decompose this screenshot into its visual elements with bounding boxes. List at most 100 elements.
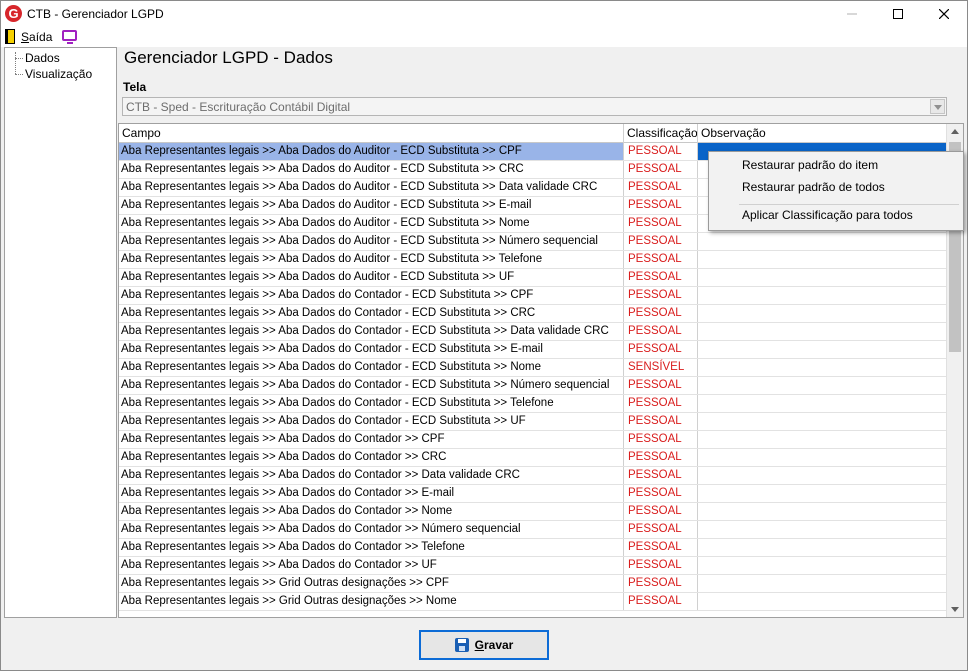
cell-classificacao[interactable]: PESSOAL (624, 575, 698, 592)
cell-classificacao[interactable]: PESSOAL (624, 341, 698, 358)
cell-observacao[interactable] (698, 413, 947, 430)
table-row[interactable]: Aba Representantes legais >> Grid Outras… (119, 593, 947, 611)
cell-observacao[interactable] (698, 467, 947, 484)
cell-campo[interactable]: Aba Representantes legais >> Aba Dados d… (119, 341, 624, 358)
cell-campo[interactable]: Aba Representantes legais >> Aba Dados d… (119, 143, 624, 160)
cell-campo[interactable]: Aba Representantes legais >> Aba Dados d… (119, 503, 624, 520)
cell-observacao[interactable] (698, 341, 947, 358)
cell-classificacao[interactable]: PESSOAL (624, 521, 698, 538)
menu-item-restore-all[interactable]: Restaurar padrão de todos (742, 180, 885, 194)
cell-classificacao[interactable]: PESSOAL (624, 251, 698, 268)
cell-observacao[interactable] (698, 269, 947, 286)
cell-classificacao[interactable]: PESSOAL (624, 179, 698, 196)
menu-item-restore-item[interactable]: Restaurar padrão do item (742, 158, 878, 172)
column-header-classificacao[interactable]: Classificação (624, 124, 698, 143)
cell-campo[interactable]: Aba Representantes legais >> Aba Dados d… (119, 467, 624, 484)
table-row[interactable]: Aba Representantes legais >> Aba Dados d… (119, 395, 947, 413)
table-row[interactable]: Aba Representantes legais >> Aba Dados d… (119, 233, 947, 251)
tree-item-dados[interactable]: Dados (15, 51, 60, 65)
cell-observacao[interactable] (698, 557, 947, 574)
cell-campo[interactable]: Aba Representantes legais >> Aba Dados d… (119, 377, 624, 394)
scroll-down-icon[interactable] (951, 607, 959, 612)
tree-item-visualizacao[interactable]: Visualização (15, 67, 92, 81)
cell-classificacao[interactable]: PESSOAL (624, 269, 698, 286)
cell-observacao[interactable] (698, 395, 947, 412)
cell-campo[interactable]: Aba Representantes legais >> Aba Dados d… (119, 395, 624, 412)
table-row[interactable]: Aba Representantes legais >> Aba Dados d… (119, 359, 947, 377)
cell-observacao[interactable] (698, 251, 947, 268)
tela-select[interactable]: CTB - Sped - Escrituração Contábil Digit… (122, 97, 947, 116)
cell-observacao[interactable] (698, 287, 947, 304)
table-row[interactable]: Aba Representantes legais >> Aba Dados d… (119, 323, 947, 341)
close-button[interactable] (921, 1, 967, 27)
cell-campo[interactable]: Aba Representantes legais >> Aba Dados d… (119, 539, 624, 556)
table-row[interactable]: Aba Representantes legais >> Aba Dados d… (119, 557, 947, 575)
table-row[interactable]: Aba Representantes legais >> Aba Dados d… (119, 413, 947, 431)
cell-campo[interactable]: Aba Representantes legais >> Aba Dados d… (119, 485, 624, 502)
cell-classificacao[interactable]: PESSOAL (624, 503, 698, 520)
cell-campo[interactable]: Aba Representantes legais >> Aba Dados d… (119, 449, 624, 466)
cell-observacao[interactable] (698, 503, 947, 520)
cell-campo[interactable]: Aba Representantes legais >> Aba Dados d… (119, 161, 624, 178)
cell-campo[interactable]: Aba Representantes legais >> Aba Dados d… (119, 431, 624, 448)
table-row[interactable]: Aba Representantes legais >> Aba Dados d… (119, 503, 947, 521)
table-row[interactable]: Aba Representantes legais >> Aba Dados d… (119, 251, 947, 269)
cell-observacao[interactable] (698, 305, 947, 322)
cell-classificacao[interactable]: PESSOAL (624, 449, 698, 466)
cell-observacao[interactable] (698, 323, 947, 340)
column-header-observacao[interactable]: Observação (698, 124, 947, 143)
cell-classificacao[interactable]: PESSOAL (624, 233, 698, 250)
table-row[interactable]: Aba Representantes legais >> Aba Dados d… (119, 485, 947, 503)
table-row[interactable]: Aba Representantes legais >> Aba Dados d… (119, 539, 947, 557)
cell-classificacao[interactable]: PESSOAL (624, 485, 698, 502)
monitor-icon[interactable] (62, 30, 77, 44)
table-row[interactable]: Aba Representantes legais >> Aba Dados d… (119, 287, 947, 305)
table-row[interactable]: Aba Representantes legais >> Aba Dados d… (119, 305, 947, 323)
table-row[interactable]: Aba Representantes legais >> Grid Outras… (119, 575, 947, 593)
cell-campo[interactable]: Aba Representantes legais >> Aba Dados d… (119, 269, 624, 286)
cell-campo[interactable]: Aba Representantes legais >> Aba Dados d… (119, 179, 624, 196)
cell-classificacao[interactable]: PESSOAL (624, 395, 698, 412)
cell-campo[interactable]: Aba Representantes legais >> Aba Dados d… (119, 323, 624, 340)
scroll-up-icon[interactable] (951, 129, 959, 134)
cell-observacao[interactable] (698, 593, 947, 610)
table-row[interactable]: Aba Representantes legais >> Aba Dados d… (119, 449, 947, 467)
cell-campo[interactable]: Aba Representantes legais >> Aba Dados d… (119, 521, 624, 538)
cell-campo[interactable]: Aba Representantes legais >> Aba Dados d… (119, 251, 624, 268)
cell-classificacao[interactable]: PESSOAL (624, 287, 698, 304)
cell-classificacao[interactable]: PESSOAL (624, 197, 698, 214)
cell-observacao[interactable] (698, 539, 947, 556)
table-row[interactable]: Aba Representantes legais >> Aba Dados d… (119, 377, 947, 395)
cell-campo[interactable]: Aba Representantes legais >> Aba Dados d… (119, 557, 624, 574)
cell-observacao[interactable] (698, 485, 947, 502)
save-button[interactable]: Gravar (419, 630, 549, 660)
table-row[interactable]: Aba Representantes legais >> Aba Dados d… (119, 431, 947, 449)
table-row[interactable]: Aba Representantes legais >> Aba Dados d… (119, 521, 947, 539)
cell-observacao[interactable] (698, 575, 947, 592)
cell-classificacao[interactable]: PESSOAL (624, 557, 698, 574)
cell-classificacao[interactable]: PESSOAL (624, 593, 698, 610)
cell-campo[interactable]: Aba Representantes legais >> Aba Dados d… (119, 215, 624, 232)
cell-classificacao[interactable]: PESSOAL (624, 215, 698, 232)
title-bar[interactable]: G CTB - Gerenciador LGPD (1, 1, 967, 27)
cell-classificacao[interactable]: PESSOAL (624, 377, 698, 394)
cell-classificacao[interactable]: PESSOAL (624, 143, 698, 160)
cell-campo[interactable]: Aba Representantes legais >> Aba Dados d… (119, 359, 624, 376)
cell-classificacao[interactable]: PESSOAL (624, 413, 698, 430)
cell-campo[interactable]: Aba Representantes legais >> Aba Dados d… (119, 287, 624, 304)
cell-campo[interactable]: Aba Representantes legais >> Aba Dados d… (119, 233, 624, 250)
menu-exit[interactable]: Saída (21, 30, 52, 44)
cell-observacao[interactable] (698, 521, 947, 538)
cell-campo[interactable]: Aba Representantes legais >> Grid Outras… (119, 593, 624, 610)
cell-campo[interactable]: Aba Representantes legais >> Aba Dados d… (119, 197, 624, 214)
cell-classificacao[interactable]: PESSOAL (624, 305, 698, 322)
cell-campo[interactable]: Aba Representantes legais >> Aba Dados d… (119, 413, 624, 430)
exit-door-icon[interactable] (5, 29, 15, 44)
cell-observacao[interactable] (698, 449, 947, 466)
cell-classificacao[interactable]: SENSÍVEL (624, 359, 698, 376)
table-row[interactable]: Aba Representantes legais >> Aba Dados d… (119, 269, 947, 287)
cell-classificacao[interactable]: PESSOAL (624, 539, 698, 556)
table-row[interactable]: Aba Representantes legais >> Aba Dados d… (119, 467, 947, 485)
maximize-button[interactable] (875, 1, 921, 27)
table-row[interactable]: Aba Representantes legais >> Aba Dados d… (119, 341, 947, 359)
